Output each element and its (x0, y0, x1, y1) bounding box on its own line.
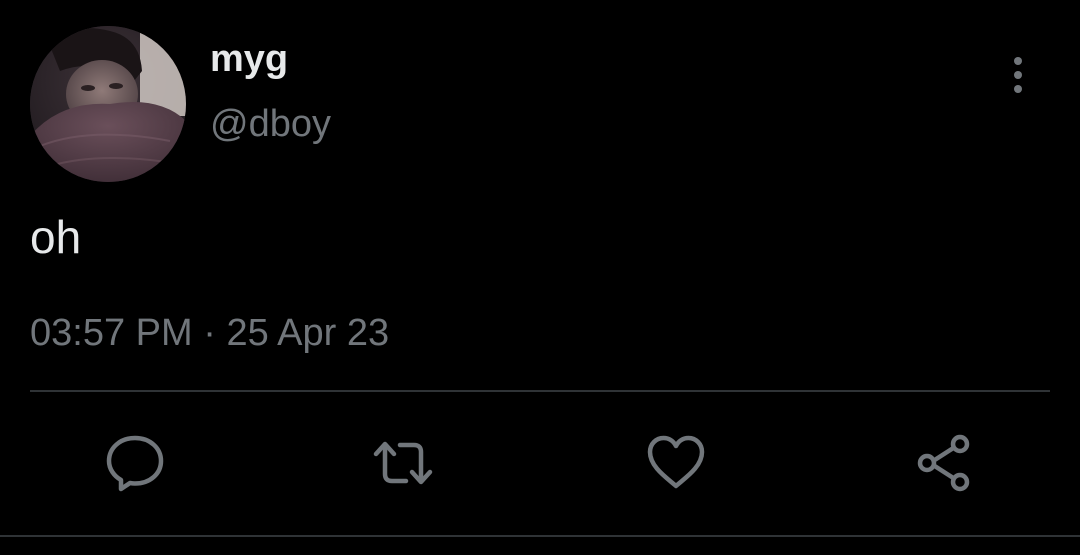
vertical-dots-icon (1014, 57, 1022, 93)
tweet-detail-view: myg @dboy oh 03:57 PM · 25 Apr 23 (0, 0, 1080, 555)
avatar-photo (30, 26, 186, 182)
like-button[interactable] (645, 432, 707, 494)
retweet-button[interactable] (372, 432, 434, 494)
more-options-button[interactable] (1000, 55, 1036, 95)
share-nodes-icon (917, 434, 970, 492)
tweet-text: oh (30, 211, 82, 263)
divider (30, 390, 1050, 392)
retweet-arrows-icon (373, 441, 433, 485)
heart-outline-icon (647, 435, 705, 489)
tweet-timestamp: 03:57 PM · 25 Apr 23 (30, 314, 389, 352)
tweet-date: 25 Apr 23 (226, 312, 390, 354)
author-handle[interactable]: @dboy (210, 105, 331, 143)
bottom-divider (0, 535, 1080, 537)
comment-bubble-icon (106, 435, 164, 492)
reply-button[interactable] (104, 432, 166, 494)
share-button[interactable] (914, 432, 976, 494)
tweet-time: 03:57 PM (30, 312, 193, 354)
author-display-name[interactable]: myg (210, 40, 288, 78)
meta-separator: · (203, 312, 216, 354)
author-avatar[interactable] (30, 26, 186, 182)
